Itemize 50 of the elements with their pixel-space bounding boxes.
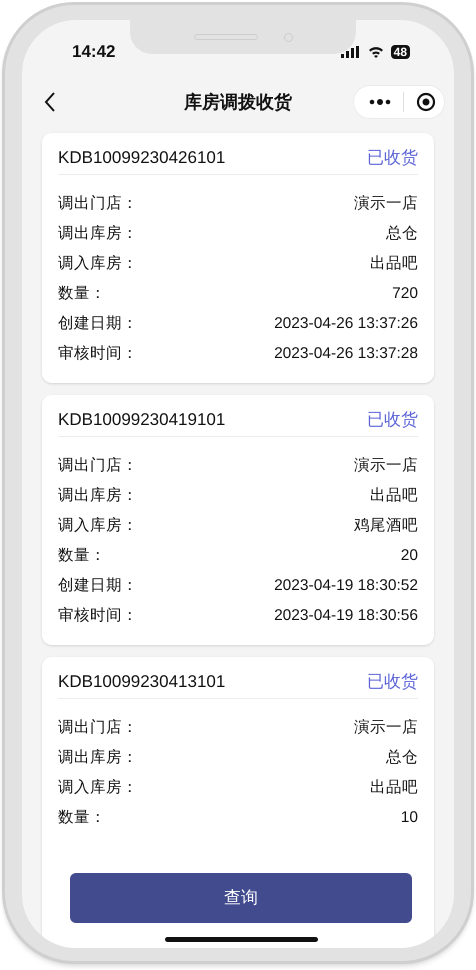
field-label: 调出门店： bbox=[58, 718, 138, 738]
field-label: 审核时间： bbox=[58, 606, 138, 626]
record-card[interactable]: KDB10099230426101 已收货 调出门店： 演示一店 调出库房： 总仓 调入库房： 出品吧 数量： 720 创建日期： 2023-04-26 13:37:26 审核时间： 2023-04-26 13:37:28 bbox=[42, 133, 434, 383]
field-label: 数量： bbox=[58, 808, 106, 828]
battery-indicator: 48 bbox=[390, 45, 410, 59]
field-value: 演示一店 bbox=[354, 456, 418, 476]
field-label: 创建日期： bbox=[58, 314, 138, 334]
back-icon[interactable] bbox=[44, 92, 56, 112]
field-label: 调出库房： bbox=[58, 748, 138, 768]
status-label: 已收货 bbox=[367, 409, 418, 432]
field-value: 2023-04-19 18:30:52 bbox=[274, 576, 418, 596]
field-value: 2023-04-26 13:37:26 bbox=[274, 314, 418, 334]
page-title: 库房调拨收货 bbox=[184, 90, 292, 114]
signal-icon bbox=[340, 46, 361, 58]
field-label: 调出库房： bbox=[58, 486, 138, 506]
field-label: 调出门店： bbox=[58, 194, 138, 214]
field-label: 调出库房： bbox=[58, 224, 138, 244]
capsule-menu[interactable] bbox=[353, 85, 445, 119]
wifi-icon bbox=[368, 46, 384, 58]
field-value: 总仓 bbox=[386, 224, 418, 244]
more-icon[interactable] bbox=[369, 99, 391, 105]
field-label: 调入库房： bbox=[58, 778, 138, 798]
field-value: 10 bbox=[400, 808, 418, 828]
status-label: 已收货 bbox=[367, 147, 418, 170]
field-value: 2023-04-26 13:37:28 bbox=[274, 344, 418, 364]
field-label: 调入库房： bbox=[58, 516, 138, 536]
field-value: 演示一店 bbox=[354, 718, 418, 738]
field-value: 2023-04-19 18:30:56 bbox=[274, 606, 418, 626]
field-label: 数量： bbox=[58, 284, 106, 304]
field-value: 演示一店 bbox=[354, 194, 418, 214]
field-value: 鸡尾酒吧 bbox=[354, 516, 418, 536]
close-target-icon[interactable] bbox=[416, 92, 436, 112]
field-label: 创建日期： bbox=[58, 576, 138, 596]
field-value: 720 bbox=[392, 284, 418, 304]
order-number: KDB10099230419101 bbox=[58, 409, 226, 432]
order-number: KDB10099230426101 bbox=[58, 147, 226, 170]
field-value: 20 bbox=[400, 546, 418, 566]
field-label: 数量： bbox=[58, 546, 106, 566]
field-value: 总仓 bbox=[386, 748, 418, 768]
field-label: 调出门店： bbox=[58, 456, 138, 476]
query-button[interactable]: 查询 bbox=[70, 873, 412, 923]
field-value: 出品吧 bbox=[370, 254, 418, 274]
field-label: 审核时间： bbox=[58, 344, 138, 364]
field-value: 出品吧 bbox=[370, 778, 418, 798]
field-label: 调入库房： bbox=[58, 254, 138, 274]
field-value: 出品吧 bbox=[370, 486, 418, 506]
status-label: 已收货 bbox=[367, 671, 418, 694]
record-card[interactable]: KDB10099230419101 已收货 调出门店： 演示一店 调出库房： 出品吧 调入库房： 鸡尾酒吧 数量： 20 创建日期： 2023-04-19 18:30:52 审核时间： 2023-04-19 18:30:56 bbox=[42, 395, 434, 645]
status-time: 14:42 bbox=[72, 41, 116, 64]
order-number: KDB10099230413101 bbox=[58, 671, 226, 694]
